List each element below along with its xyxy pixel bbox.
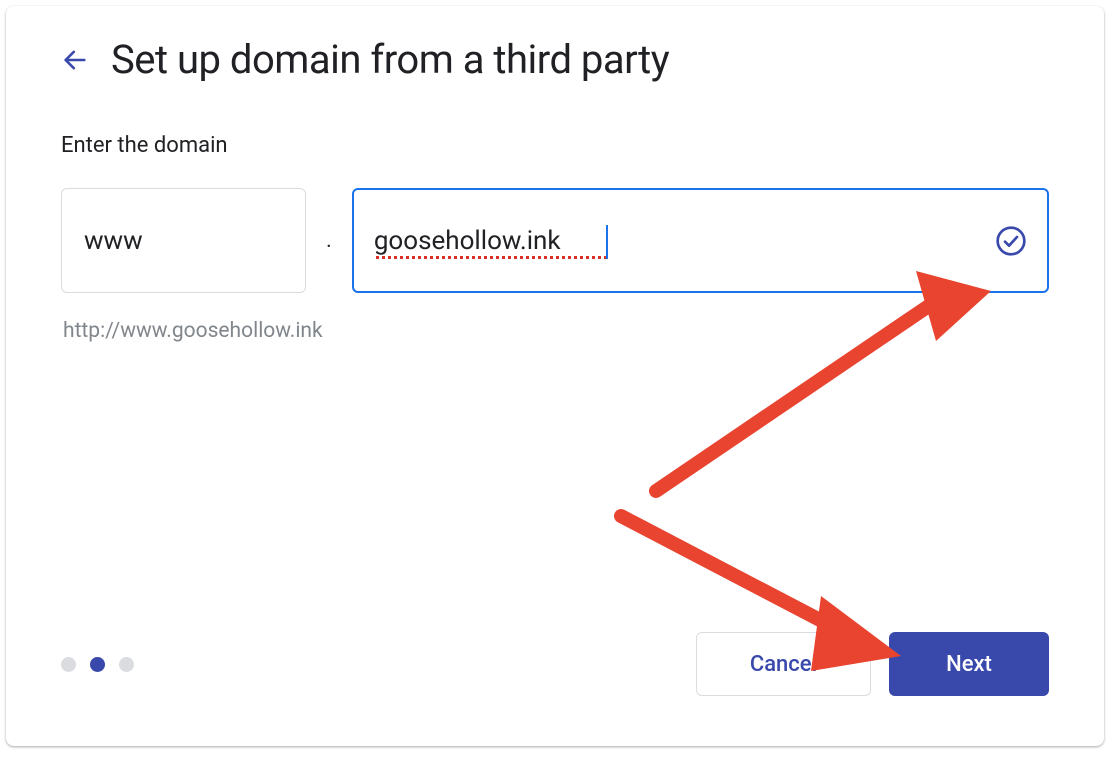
domain-input-row: . bbox=[61, 188, 1049, 293]
next-button[interactable]: Next bbox=[889, 632, 1049, 696]
button-row: Cancel Next bbox=[696, 632, 1049, 696]
domain-setup-dialog: Set up domain from a third party Enter t… bbox=[6, 6, 1104, 746]
dialog-footer: Cancel Next bbox=[61, 632, 1049, 696]
progress-dot-1 bbox=[61, 657, 76, 672]
validation-check-icon bbox=[995, 225, 1027, 257]
text-cursor bbox=[606, 225, 608, 259]
back-arrow-icon bbox=[61, 46, 89, 74]
spellcheck-underline bbox=[376, 256, 606, 259]
progress-dot-2 bbox=[90, 657, 105, 672]
cancel-button[interactable]: Cancel bbox=[696, 632, 871, 696]
domain-preview-url: http://www.goosehollow.ink bbox=[63, 319, 1049, 343]
annotation-arrow-1 bbox=[596, 261, 996, 511]
progress-indicator bbox=[61, 657, 134, 672]
domain-input-wrapper[interactable] bbox=[352, 188, 1049, 293]
domain-field-label: Enter the domain bbox=[61, 133, 1049, 158]
domain-input[interactable] bbox=[374, 226, 985, 256]
subdomain-input[interactable] bbox=[61, 188, 306, 293]
progress-dot-3 bbox=[119, 657, 134, 672]
page-title: Set up domain from a third party bbox=[111, 36, 669, 83]
back-button[interactable] bbox=[61, 46, 89, 74]
dialog-header: Set up domain from a third party bbox=[61, 36, 1049, 83]
dot-separator: . bbox=[326, 228, 332, 253]
